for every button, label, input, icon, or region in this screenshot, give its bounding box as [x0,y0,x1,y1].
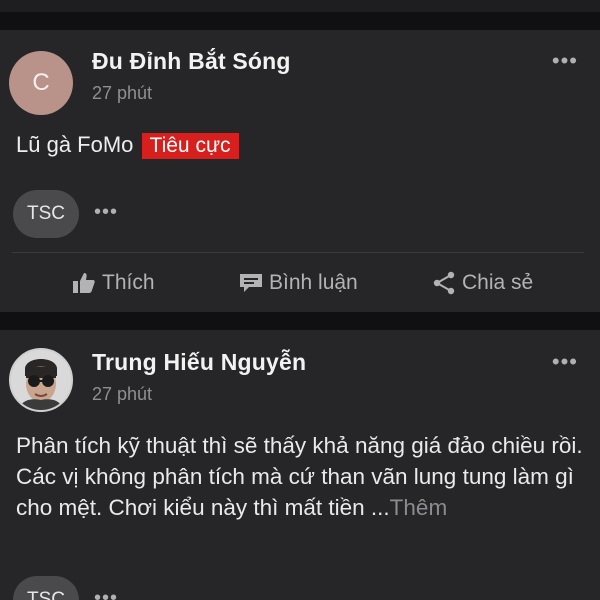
stock-chip[interactable]: TSC [13,576,79,600]
stock-chip[interactable]: TSC [13,190,79,238]
share-label: Chia sẻ [462,271,534,294]
more-chips-icon[interactable]: ••• [94,202,118,222]
post-time: 27 phút [92,83,153,103]
share-button[interactable]: Chia sẻ [432,271,533,295]
post-text: Lũ gà FoMo [16,132,134,157]
author-name[interactable]: Đu Đỉnh Bắt Sóng [92,48,291,75]
more-options-icon[interactable]: ••• [552,351,578,373]
avatar-letter: C [32,69,50,96]
feed-gap [0,312,600,330]
comment-button[interactable]: Bình luận [239,271,358,295]
like-label: Thích [102,271,155,294]
divider [12,252,584,253]
avatar-photo-icon [11,350,71,410]
post-card: Trung Hiếu Nguyễn 27 phút ••• Phân tích … [0,330,600,600]
post-card: C Đu Đỉnh Bắt Sóng 27 phút ••• Lũ gà FoM… [0,30,600,312]
post-content: Lũ gà FoMo Tiêu cực [16,132,239,159]
avatar[interactable]: C [9,51,73,115]
top-strip [0,0,600,12]
more-options-icon[interactable]: ••• [552,50,578,72]
post-text: Phân tích kỹ thuật thì sẽ thấy khả năng … [16,433,583,520]
like-button[interactable]: Thích [72,271,155,295]
like-icon [73,273,95,293]
comment-label: Bình luận [269,271,358,294]
sentiment-tag: Tiêu cực [141,133,239,159]
post-content: Phân tích kỹ thuật thì sẽ thấy khả năng … [16,430,586,523]
avatar[interactable] [9,348,73,412]
see-more-link[interactable]: Thêm [390,495,448,520]
share-icon [433,271,455,295]
post-time: 27 phút [92,384,153,404]
comment-icon [240,274,262,292]
more-chips-icon[interactable]: ••• [94,588,118,600]
author-name[interactable]: Trung Hiếu Nguyễn [92,349,306,376]
feed-gap [0,12,600,30]
